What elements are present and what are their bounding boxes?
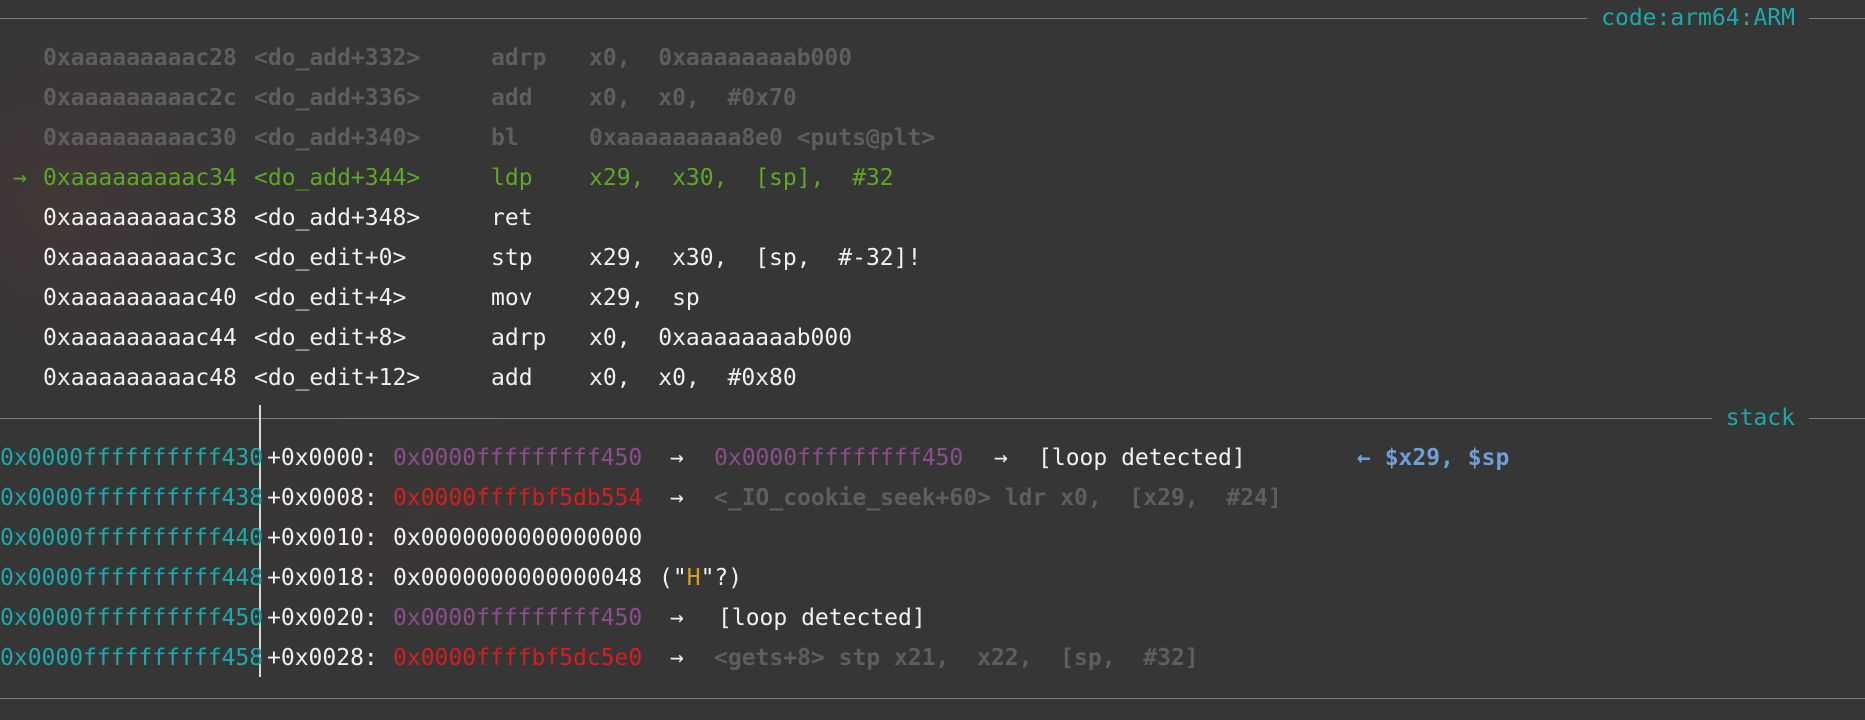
stack-offset: +0x0020: (267, 605, 378, 631)
instruction-address: 0xaaaaaaaaac44 (43, 325, 237, 351)
stack-section-separator (0, 418, 1865, 419)
stack-address: 0x0000ffffffffff448 (0, 565, 264, 591)
stack-offset: +0x0018: (267, 565, 378, 591)
instruction-mnemonic: stp (491, 245, 533, 271)
stack-value: 0x0000fffffffff450 (393, 605, 643, 631)
code-section-separator (0, 18, 1865, 19)
stack-value: 0x0000000000000000 (393, 525, 643, 551)
instruction-mnemonic: add (491, 85, 533, 111)
stack-value: 0x0000ffffbf5db554 (393, 485, 643, 511)
string-hint: ("H"?) (659, 558, 742, 598)
stack-offset: +0x0008: (267, 485, 378, 511)
instruction-address: 0xaaaaaaaaac2c (43, 85, 237, 111)
stack-deref-info: <_IO_cookie_seek+60> ldr x0, [x29, #24] (714, 485, 1282, 511)
instruction-mnemonic: ret (491, 205, 533, 231)
instruction-operands: x0, 0xaaaaaaaab000 (589, 325, 853, 351)
code-line: 0xaaaaaaaaac28 <do_add+332> adrp x0, 0xa… (0, 38, 852, 78)
code-line: 0xaaaaaaaaac48 <do_edit+12> add x0, x0, … (0, 358, 797, 398)
stack-row: 0x0000ffffffffff458 +0x0028: 0x0000ffffb… (0, 638, 1199, 678)
instruction-symbol: <do_add+332> (254, 45, 421, 71)
code-line: 0xaaaaaaaaac30 <do_add+340> bl 0xaaaaaaa… (0, 118, 935, 158)
instruction-address: 0xaaaaaaaaac48 (43, 365, 237, 391)
code-line: 0xaaaaaaaaac38 <do_add+348> ret (0, 198, 533, 238)
code-line-current: → 0xaaaaaaaaac34 <do_add+344> ldp x29, x… (0, 158, 894, 198)
stack-address: 0x0000ffffffffff438 (0, 485, 264, 511)
instruction-operands: x29, x30, [sp], #32 (589, 165, 894, 191)
stack-address: 0x0000ffffffffff430 (0, 445, 264, 471)
instruction-address: 0xaaaaaaaaac28 (43, 45, 237, 71)
code-section-title: code:arm64:ARM (1587, 3, 1809, 33)
stack-address: 0x0000ffffffffff440 (0, 525, 264, 551)
stack-deref-info: [loop detected] (718, 605, 926, 631)
instruction-mnemonic: bl (491, 125, 519, 151)
stack-deref-value: 0x0000fffffffff450 (714, 445, 964, 471)
instruction-mnemonic: ldp (491, 165, 533, 191)
instruction-symbol: <do_edit+12> (254, 365, 421, 391)
instruction-operands: x0, x0, #0x70 (589, 85, 797, 111)
instruction-address: 0xaaaaaaaaac30 (43, 125, 237, 151)
stack-offset: +0x0010: (267, 525, 378, 551)
stack-value: 0x0000000000000048 (393, 565, 643, 591)
terminal-window: code:arm64:ARM 0xaaaaaaaaac28 <do_add+33… (0, 0, 1865, 720)
instruction-operands: 0xaaaaaaaaa8e0 <puts@plt> (589, 125, 936, 151)
stack-offset: +0x0000: (267, 445, 378, 471)
instruction-symbol: <do_edit+4> (254, 285, 407, 311)
bottom-separator (0, 698, 1865, 699)
instruction-symbol: <do_add+344> (254, 165, 421, 191)
instruction-symbol: <do_edit+8> (254, 325, 407, 351)
instruction-operands: x0, x0, #0x80 (589, 365, 797, 391)
code-line: 0xaaaaaaaaac3c <do_edit+0> stp x29, x30,… (0, 238, 921, 278)
stack-deref-info: [loop detected] (1038, 445, 1246, 471)
instruction-address: 0xaaaaaaaaac3c (43, 245, 237, 271)
instruction-address: 0xaaaaaaaaac40 (43, 285, 237, 311)
stack-address: 0x0000ffffffffff450 (0, 605, 264, 631)
deref-arrow-icon: → (670, 485, 684, 511)
deref-arrow-icon: → (994, 445, 1008, 471)
code-line: 0xaaaaaaaaac44 <do_edit+8> adrp x0, 0xaa… (0, 318, 852, 358)
deref-arrow-icon: → (670, 445, 684, 471)
instruction-mnemonic: adrp (491, 45, 547, 71)
stack-offset: +0x0028: (267, 645, 378, 671)
current-instruction-arrow-icon: → (13, 165, 27, 191)
stack-row: 0x0000ffffffffff450 +0x0020: 0x0000fffff… (0, 598, 926, 638)
instruction-mnemonic: adrp (491, 325, 547, 351)
stack-address: 0x0000ffffffffff458 (0, 645, 264, 671)
instruction-operands: x0, 0xaaaaaaaab000 (589, 45, 853, 71)
stack-row: 0x0000ffffffffff438 +0x0008: 0x0000ffffb… (0, 478, 1282, 518)
instruction-symbol: <do_add+340> (254, 125, 421, 151)
stack-row: 0x0000ffffffffff430 +0x0000: 0x0000fffff… (0, 438, 1509, 478)
instruction-symbol: <do_edit+0> (254, 245, 407, 271)
deref-arrow-icon: → (670, 645, 684, 671)
stack-section-title: stack (1711, 403, 1809, 433)
instruction-mnemonic: add (491, 365, 533, 391)
string-hint-open: (" (659, 565, 687, 591)
code-line: 0xaaaaaaaaac40 <do_edit+4> mov x29, sp (0, 278, 700, 318)
instruction-symbol: <do_add+336> (254, 85, 421, 111)
code-line: 0xaaaaaaaaac2c <do_add+336> add x0, x0, … (0, 78, 797, 118)
stack-value: 0x0000fffffffff450 (393, 445, 643, 471)
register-annotation: ← $x29, $sp (1357, 445, 1510, 471)
stack-value: 0x0000ffffbf5dc5e0 (393, 645, 643, 671)
stack-row: 0x0000ffffffffff440 +0x0010: 0x000000000… (0, 518, 642, 558)
instruction-operands: x29, sp (589, 285, 700, 311)
instruction-symbol: <do_add+348> (254, 205, 421, 231)
string-hint-close: "?) (700, 565, 743, 591)
instruction-address: 0xaaaaaaaaac34 (43, 165, 237, 191)
string-hint-char: H (686, 565, 701, 591)
instruction-operands: x29, x30, [sp, #-32]! (589, 245, 922, 271)
instruction-mnemonic: mov (491, 285, 533, 311)
stack-deref-info: <gets+8> stp x21, x22, [sp, #32] (714, 645, 1199, 671)
deref-arrow-icon: → (670, 605, 684, 631)
stack-row: 0x0000ffffffffff448 +0x0018: 0x000000000… (0, 558, 742, 598)
instruction-address: 0xaaaaaaaaac38 (43, 205, 237, 231)
